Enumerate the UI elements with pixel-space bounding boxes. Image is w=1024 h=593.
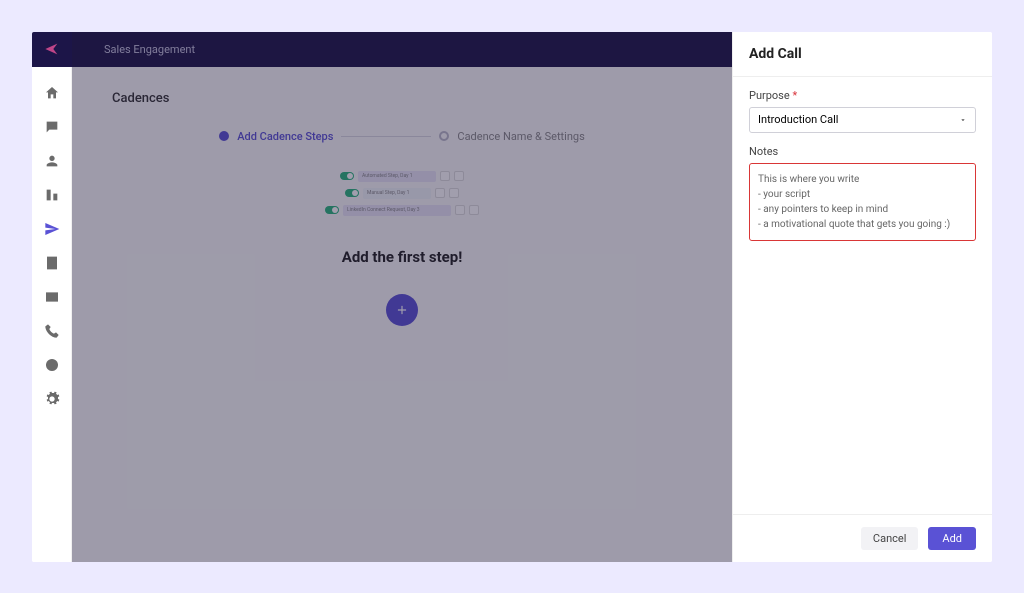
nav-home-icon[interactable]: [44, 85, 60, 101]
sidebar: [32, 32, 72, 562]
nav-phone-icon[interactable]: [44, 323, 60, 339]
purpose-select[interactable]: Introduction Call: [749, 107, 976, 133]
panel-footer: Cancel Add: [733, 514, 992, 562]
nav-contacts-icon[interactable]: [44, 153, 60, 169]
nav-settings-icon[interactable]: [44, 391, 60, 407]
cancel-button[interactable]: Cancel: [861, 527, 918, 550]
nav-mail-icon[interactable]: [44, 289, 60, 305]
panel-header: Add Call: [733, 32, 992, 77]
app-logo[interactable]: [32, 32, 72, 67]
modal-overlay[interactable]: [72, 32, 732, 562]
nav-inbox-icon[interactable]: [44, 119, 60, 135]
notes-textarea[interactable]: This is where you write - your script - …: [749, 163, 976, 241]
purpose-label: Purpose *: [749, 89, 976, 102]
nav-icon-list: [44, 67, 60, 407]
nav-companies-icon[interactable]: [44, 187, 60, 203]
main-area: Sales Engagement Cadences Add Cadence St…: [72, 32, 732, 562]
app-frame: Sales Engagement Cadences Add Cadence St…: [32, 32, 992, 562]
add-call-panel: Add Call Purpose * Introduction Call Not…: [732, 32, 992, 562]
notes-label: Notes: [749, 145, 976, 158]
add-button[interactable]: Add: [928, 527, 976, 550]
panel-body: Purpose * Introduction Call Notes This i…: [733, 77, 992, 514]
chevron-down-icon: [959, 116, 967, 124]
purpose-value: Introduction Call: [758, 113, 838, 126]
panel-title: Add Call: [749, 46, 976, 62]
nav-tasks-icon[interactable]: [44, 255, 60, 271]
nav-cadences-icon[interactable]: [44, 221, 60, 237]
nav-analytics-icon[interactable]: [44, 357, 60, 373]
